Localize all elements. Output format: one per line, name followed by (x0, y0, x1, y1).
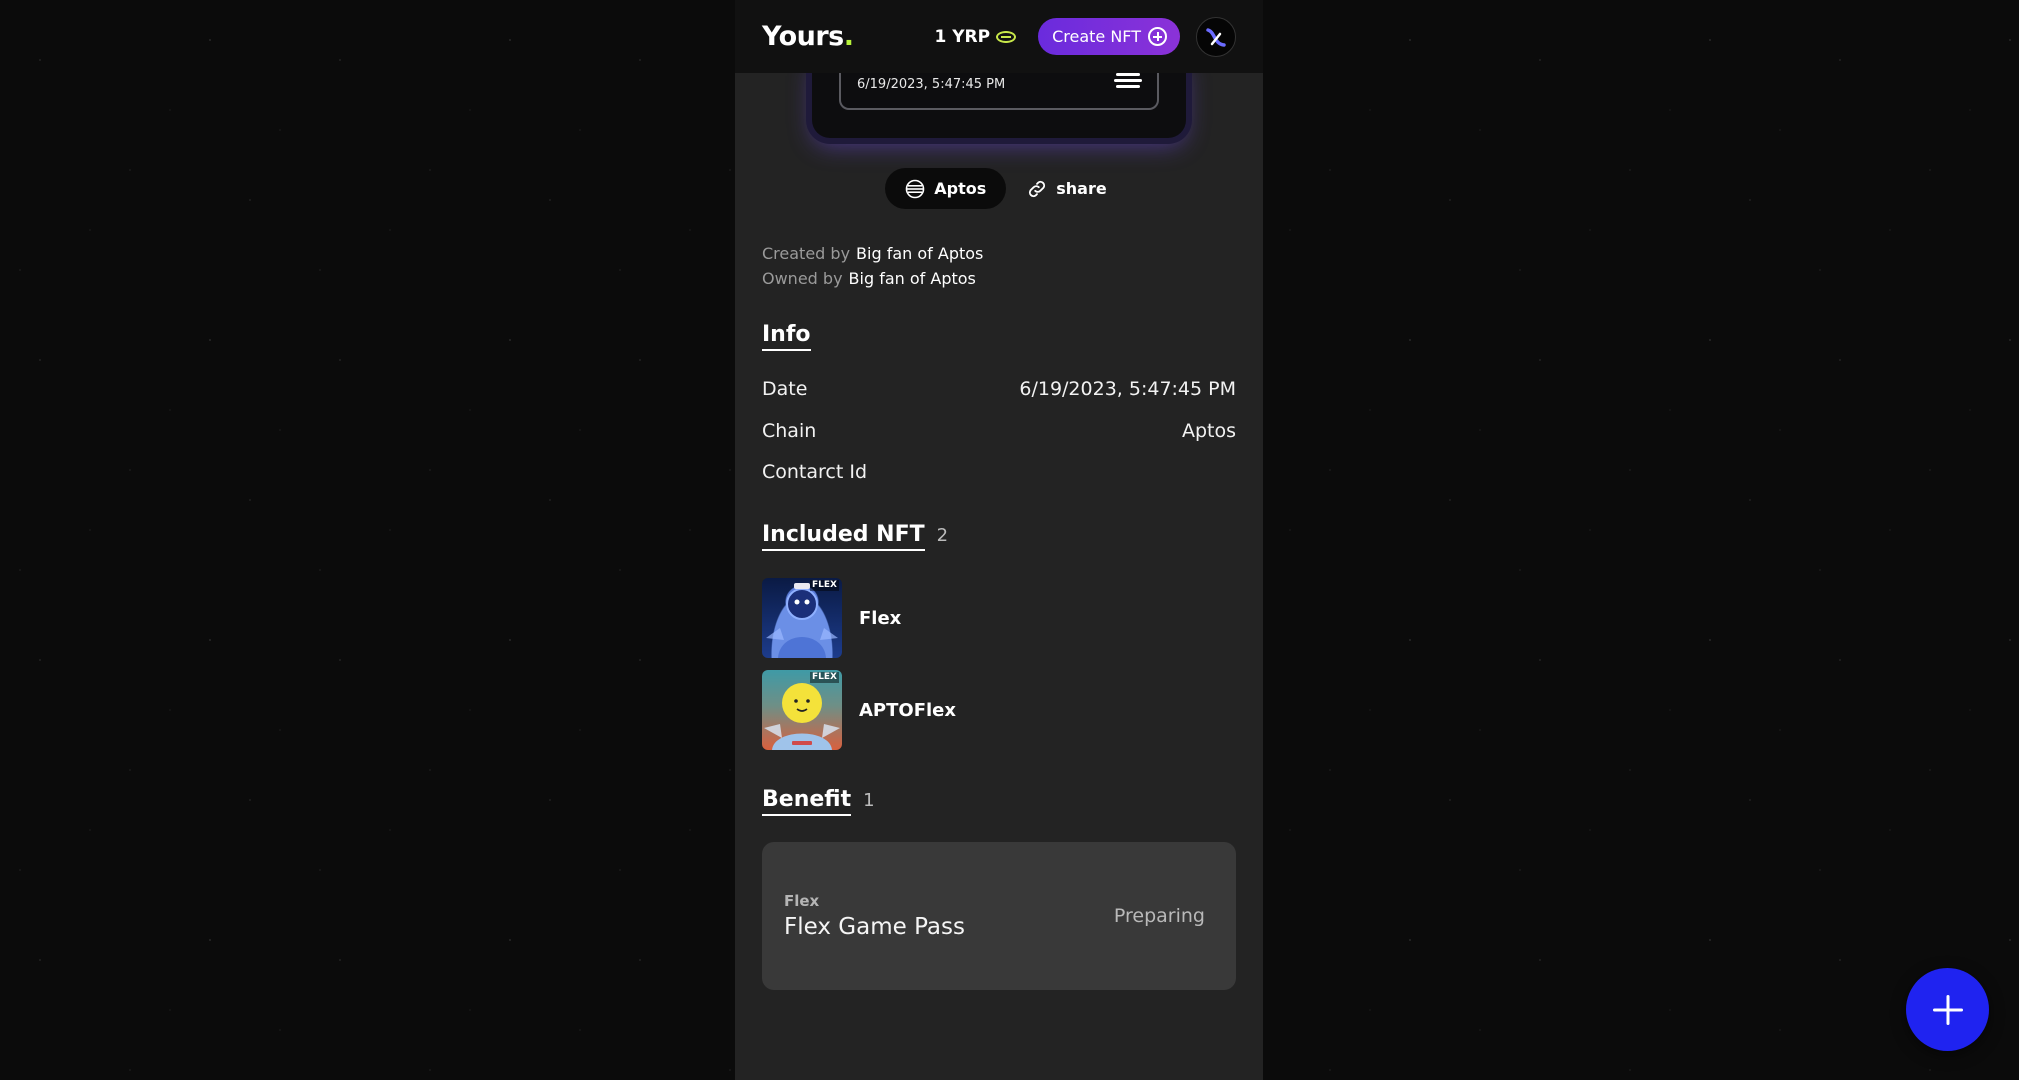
nft-thumbnail: FLEX (762, 578, 842, 658)
info-row-contract-id: Contarct Id (762, 461, 868, 483)
list-item[interactable]: FLEX APTOFlex (762, 670, 956, 750)
owner-link[interactable]: Big fan of Aptos (849, 269, 976, 288)
credits: Created by Big fan of Aptos Owned by Big f… (762, 241, 983, 291)
token-balance: 1 YRP (934, 27, 1017, 47)
included-nft-section-title: Included NFT 2 (762, 522, 948, 551)
plus-icon (1932, 994, 1963, 1025)
top-bar: Yours. 1 YRP Create NFT (735, 0, 1263, 73)
benefit-source: Flex (784, 892, 820, 910)
created-by: Created by Big fan of Aptos (762, 244, 984, 263)
benefit-section-title: Benefit 1 (762, 787, 875, 816)
nft-name: Flex (859, 607, 902, 629)
logo[interactable]: Yours. (762, 21, 854, 52)
aptos-icon (905, 179, 925, 198)
info-section-title: Info (762, 322, 811, 351)
benefit-count: 1 (863, 790, 875, 811)
action-pills: Aptos share (735, 168, 1263, 209)
chain-button[interactable]: Aptos (885, 168, 1007, 209)
main-column: Yours. 1 YRP Create NFT 6/19/2023, 5:47:… (735, 0, 1263, 1080)
avatar-swoosh-icon (1206, 27, 1226, 47)
owned-by: Owned by Big fan of Aptos (762, 269, 976, 288)
benefit-status: Preparing (1113, 905, 1205, 927)
nft-name: APTOFlex (859, 699, 956, 721)
share-button[interactable]: share (1020, 168, 1112, 209)
included-nft-count: 2 (936, 525, 949, 546)
list-item[interactable]: FLEX Flex (762, 578, 901, 658)
coin-icon (996, 30, 1017, 43)
info-row-chain: Chain Aptos (762, 420, 1236, 442)
aptos-logo-icon (1113, 69, 1143, 99)
plus-circle-icon (1148, 27, 1167, 46)
creator-link[interactable]: Big fan of Aptos (856, 244, 983, 263)
create-nft-button[interactable]: Create NFT (1038, 18, 1180, 55)
card-date: 6/19/2023, 5:47:45 PM (857, 76, 1006, 92)
benefit-name: Flex Game Pass (784, 914, 965, 940)
link-icon (1029, 180, 1046, 197)
info-row-date: Date 6/19/2023, 5:47:45 PM (762, 378, 1236, 400)
add-fab-button[interactable] (1906, 968, 1989, 1051)
benefit-card[interactable]: Flex Flex Game Pass Preparing (762, 842, 1236, 990)
nft-thumbnail: FLEX (762, 670, 842, 750)
benefit-text: Flex Flex Game Pass (784, 892, 965, 940)
avatar[interactable] (1196, 16, 1236, 57)
